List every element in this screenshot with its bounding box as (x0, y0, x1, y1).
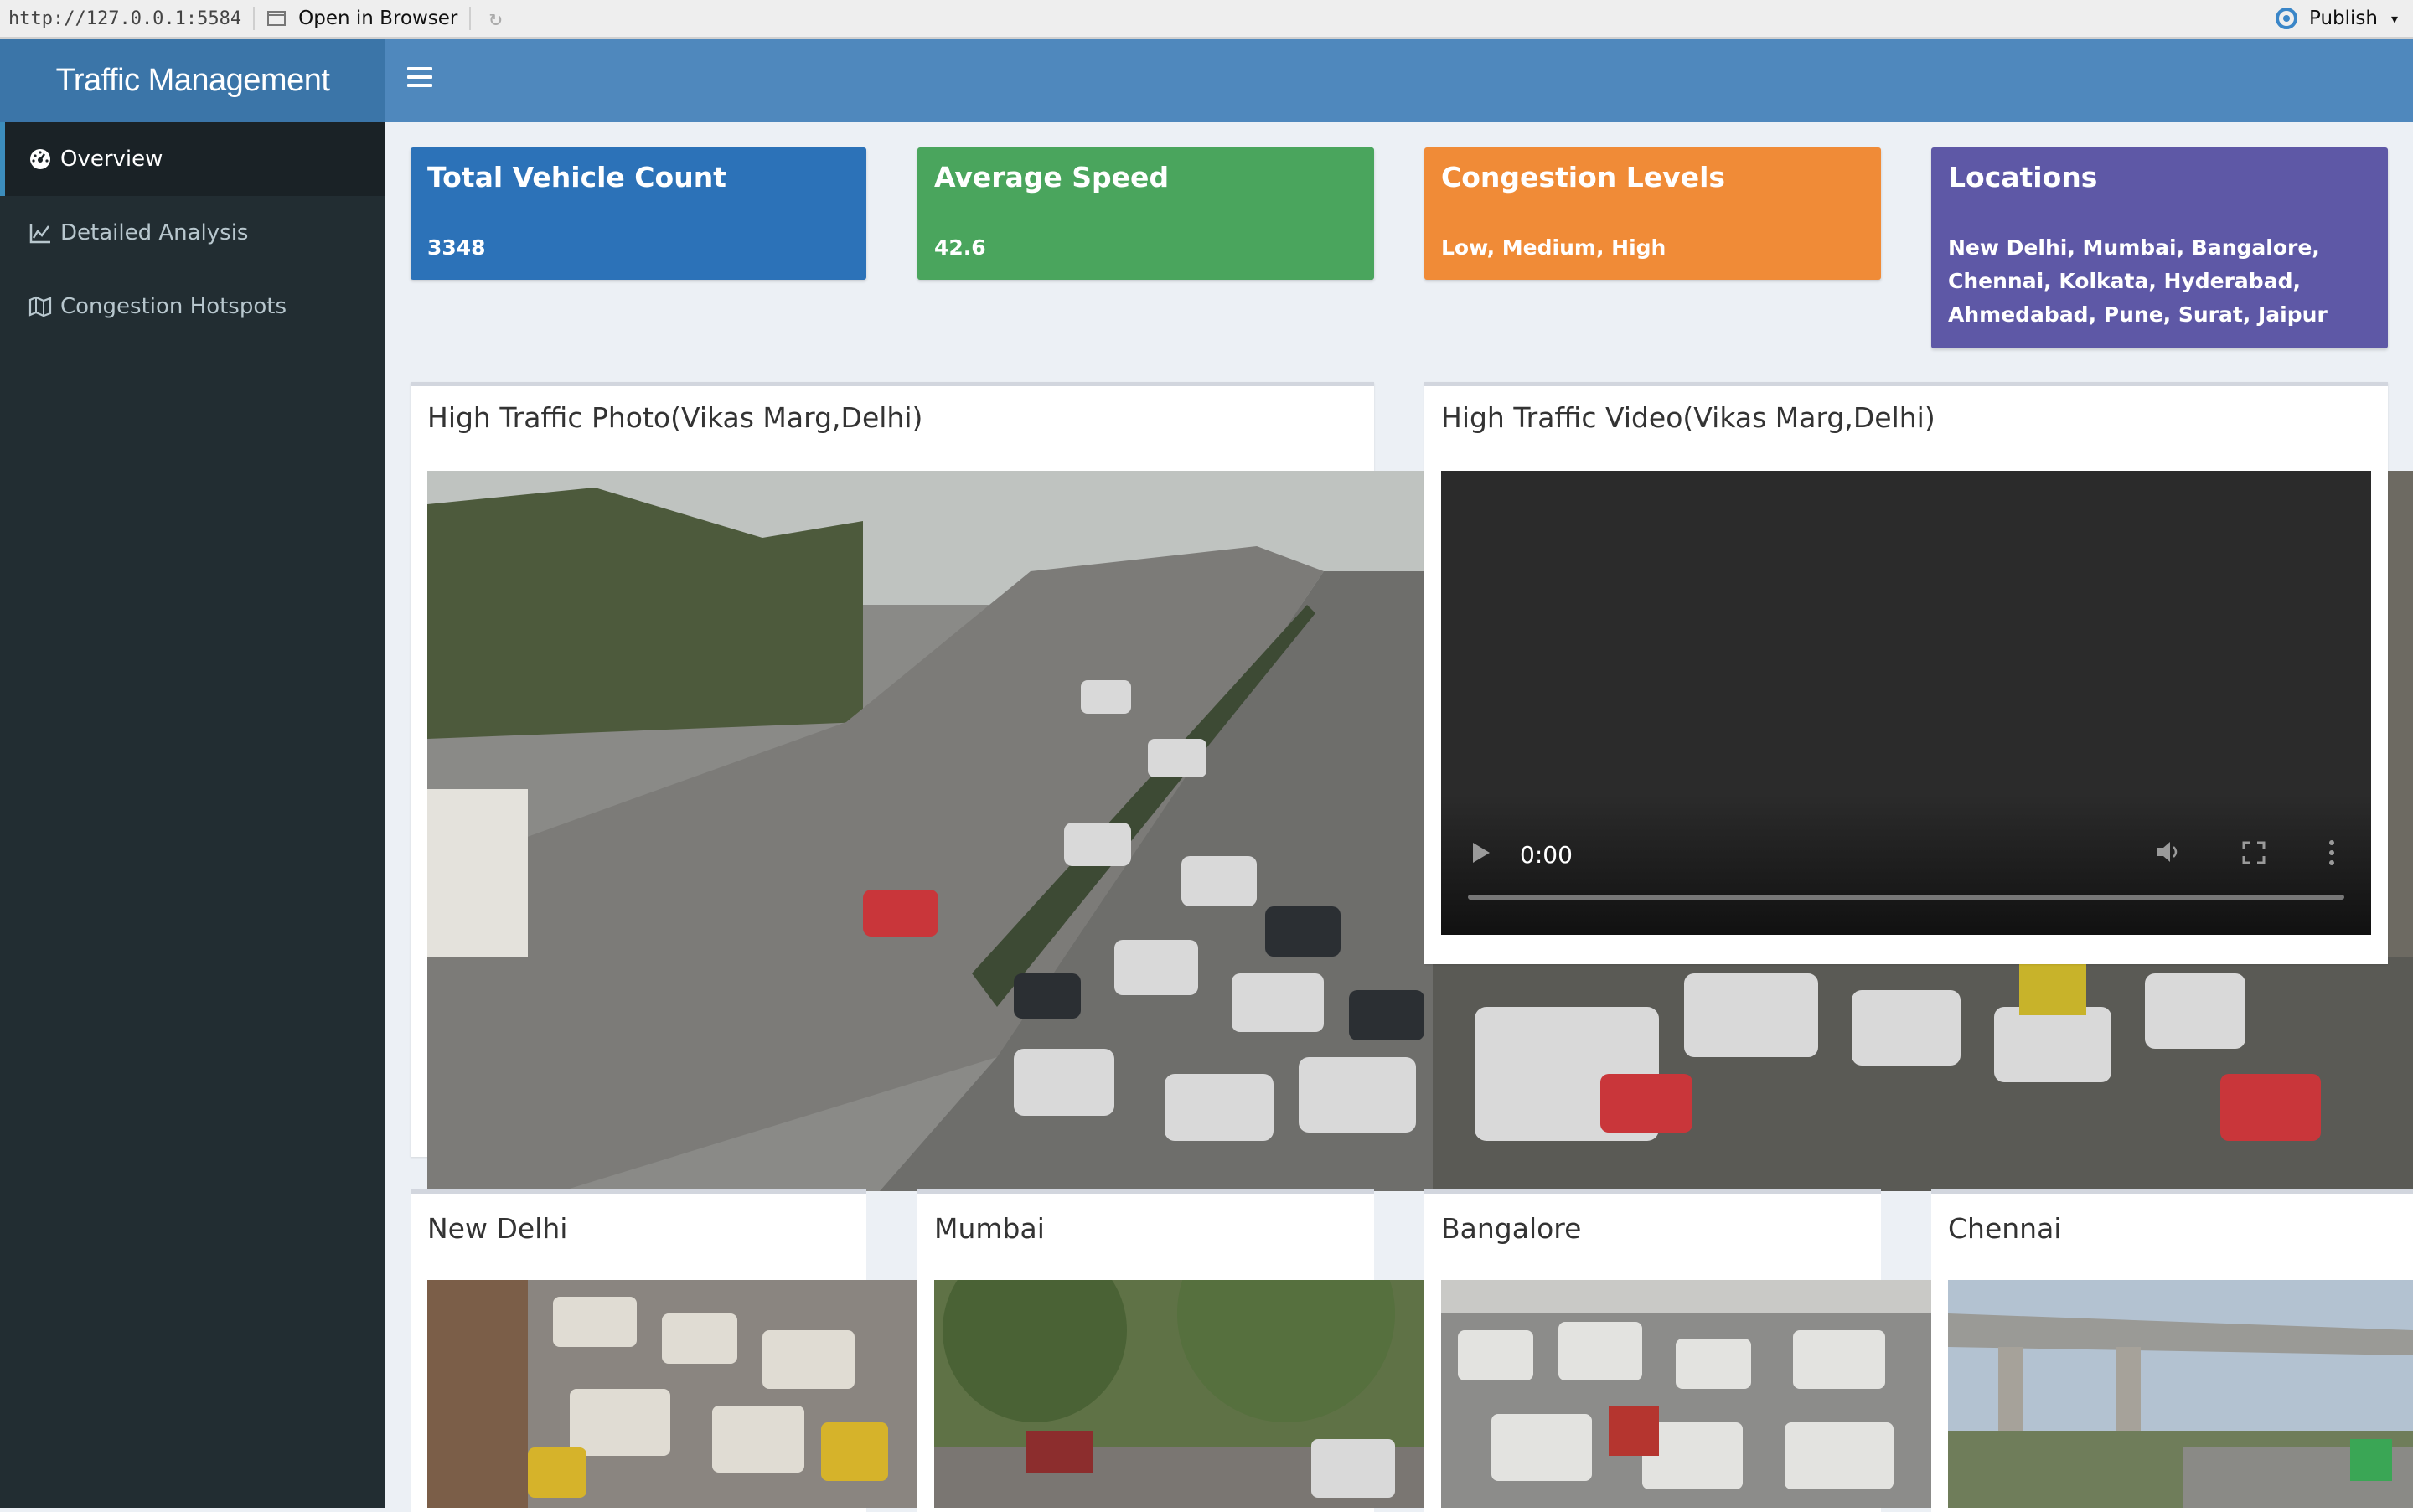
value-box-average-speed: Average Speed 42.6 (917, 147, 1374, 280)
refresh-icon[interactable]: ↻ (483, 6, 508, 31)
panel-title: Chennai (1948, 1212, 2062, 1245)
sidebar-item-congestion-hotspots[interactable]: Congestion Hotspots (0, 270, 385, 343)
app-title: Traffic Management (0, 39, 385, 122)
open-browser-icon (267, 11, 287, 26)
panel-title: Mumbai (934, 1212, 1045, 1245)
value-box-value: Low, Medium, High (1441, 235, 1666, 260)
map-icon (28, 296, 52, 317)
dashboard-icon (30, 149, 50, 169)
sidebar-toggle-icon[interactable] (407, 62, 432, 99)
app-header: Traffic Management (0, 39, 2413, 122)
bangalore-photo (1441, 1280, 1931, 1508)
value-box-value: 3348 (427, 235, 486, 260)
sidebar-item-detailed-analysis[interactable]: Detailed Analysis (0, 196, 385, 270)
sidebar-item-label: Detailed Analysis (60, 220, 249, 245)
more-options-icon[interactable] (2328, 839, 2336, 866)
value-box-title: Average Speed (934, 161, 1170, 194)
video-progress-bar[interactable] (1468, 895, 2344, 900)
panel-title: New Delhi (427, 1212, 568, 1245)
panel-title: High Traffic Video(Vikas Marg,Delhi) (1441, 401, 1935, 434)
sidebar-item-overview[interactable]: Overview (0, 122, 385, 196)
sidebar-item-label: Congestion Hotspots (60, 294, 287, 319)
panel-title: Bangalore (1441, 1212, 1582, 1245)
publish-icon (2275, 8, 2297, 29)
panel-title: High Traffic Photo(Vikas Marg,Delhi) (427, 401, 923, 434)
value-box-title: Congestion Levels (1441, 161, 1726, 194)
play-icon[interactable] (1471, 841, 1491, 864)
toolbar-divider (253, 7, 256, 30)
value-box-value: 42.6 (934, 235, 986, 260)
sidebar: Overview Detailed Analysis Congestion Ho… (0, 122, 385, 1508)
open-in-browser-label: Open in Browser (298, 8, 458, 29)
chennai-photo (1948, 1280, 2413, 1508)
new-delhi-photo (427, 1280, 917, 1508)
publish-label: Publish (2308, 8, 2378, 29)
value-box-congestion-levels: Congestion Levels Low, Medium, High (1424, 147, 1881, 280)
value-box-total-vehicle-count: Total Vehicle Count 3348 (411, 147, 866, 280)
value-box-title: Total Vehicle Count (427, 161, 726, 194)
fullscreen-icon[interactable] (2242, 841, 2266, 864)
chevron-down-icon[interactable]: ▾ (2391, 11, 2398, 27)
viewer-toolbar: http://127.0.0.1:5584 Open in Browser ↻ … (0, 0, 2413, 39)
mumbai-photo (934, 1280, 1424, 1508)
value-box-locations: Locations New Delhi, Mumbai, Bangalore, … (1931, 147, 2388, 348)
traffic-video-player[interactable]: 0:00 (1441, 471, 2371, 935)
line-chart-icon (29, 224, 50, 244)
sidebar-item-label: Overview (60, 147, 163, 172)
volume-icon[interactable] (2155, 839, 2183, 864)
url-text: http://127.0.0.1:5584 (8, 8, 242, 29)
value-box-title: Locations (1948, 161, 2098, 194)
video-time: 0:00 (1520, 841, 1573, 869)
value-box-value: New Delhi, Mumbai, Bangalore, Chennai, K… (1948, 235, 2328, 327)
open-in-browser-button[interactable]: Open in Browser (266, 8, 457, 29)
publish-button[interactable]: Publish ▾ (2272, 0, 2398, 37)
toolbar-divider (469, 7, 472, 30)
